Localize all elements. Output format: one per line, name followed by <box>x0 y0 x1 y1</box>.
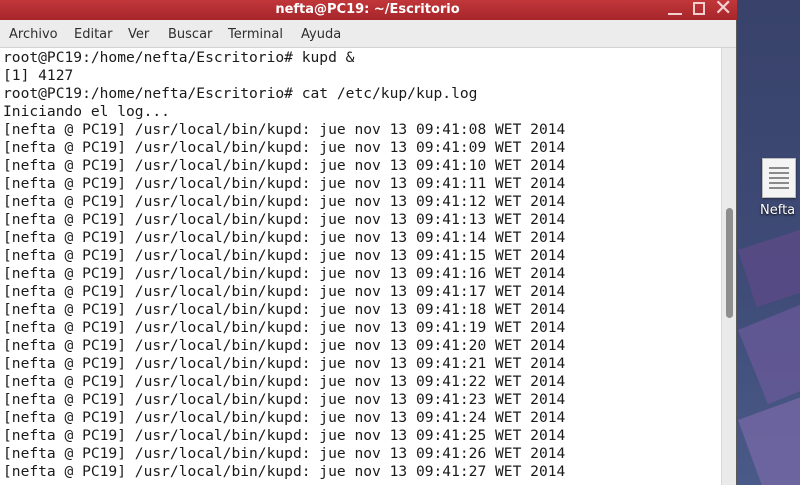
terminal-line: [nefta @ PC19] /usr/local/bin/kupd: jue … <box>3 193 566 210</box>
vertical-scrollbar[interactable] <box>721 48 736 485</box>
terminal-line: [nefta @ PC19] /usr/local/bin/kupd: jue … <box>3 139 566 156</box>
maximize-button[interactable] <box>690 0 710 20</box>
terminal-line: [nefta @ PC19] /usr/local/bin/kupd: jue … <box>3 373 566 390</box>
terminal-line: [nefta @ PC19] /usr/local/bin/kupd: jue … <box>3 229 566 246</box>
scrollbar-thumb[interactable] <box>726 208 733 318</box>
window-titlebar[interactable]: nefta@PC19: ~/Escritorio ✕ <box>0 0 737 21</box>
terminal-line: [nefta @ PC19] /usr/local/bin/kupd: jue … <box>3 463 566 480</box>
terminal-line: [nefta @ PC19] /usr/local/bin/kupd: jue … <box>3 409 566 426</box>
menu-ver[interactable]: Ver <box>128 20 149 48</box>
terminal-line: [nefta @ PC19] /usr/local/bin/kupd: jue … <box>3 283 566 300</box>
menu-ayuda[interactable]: Ayuda <box>301 20 341 48</box>
terminal-line: [1] 4127 <box>3 67 74 84</box>
desktop-file-label: Nefta <box>760 203 796 218</box>
terminal-line: [nefta @ PC19] /usr/local/bin/kupd: jue … <box>3 247 566 264</box>
menu-terminal[interactable]: Terminal <box>228 20 283 48</box>
terminal-line: [nefta @ PC19] /usr/local/bin/kupd: jue … <box>3 445 566 462</box>
terminal-line: Iniciando el log... <box>3 103 170 120</box>
terminal-line: [nefta @ PC19] /usr/local/bin/kupd: jue … <box>3 427 566 444</box>
text-document-icon <box>762 158 796 198</box>
menu-editar[interactable]: Editar <box>74 20 113 48</box>
terminal-line: root@PC19:/home/nefta/Escritorio# cat /e… <box>3 85 478 102</box>
maximize-icon <box>693 2 705 15</box>
terminal-line: [nefta @ PC19] /usr/local/bin/kupd: jue … <box>3 211 566 228</box>
terminal-line: [nefta @ PC19] /usr/local/bin/kupd: jue … <box>3 301 566 318</box>
terminal-output[interactable]: root@PC19:/home/nefta/Escritorio# kupd &… <box>0 48 721 485</box>
terminal-line: root@PC19:/home/nefta/Escritorio# kupd & <box>3 49 355 66</box>
menu-archivo[interactable]: Archivo <box>9 20 58 48</box>
minimize-icon <box>668 13 682 15</box>
terminal-line: [nefta @ PC19] /usr/local/bin/kupd: jue … <box>3 355 566 372</box>
close-button[interactable]: ✕ <box>713 0 733 21</box>
terminal-line: [nefta @ PC19] /usr/local/bin/kupd: jue … <box>3 319 566 336</box>
terminal-line: [nefta @ PC19] /usr/local/bin/kupd: jue … <box>3 175 566 192</box>
terminal-line: [nefta @ PC19] /usr/local/bin/kupd: jue … <box>3 265 566 282</box>
wallpaper-stripe <box>738 206 800 308</box>
terminal-window: nefta@PC19: ~/Escritorio ✕ Archivo Edita… <box>0 0 737 485</box>
window-title: nefta@PC19: ~/Escritorio <box>275 2 460 17</box>
terminal-line: [nefta @ PC19] /usr/local/bin/kupd: jue … <box>3 391 566 408</box>
close-icon: ✕ <box>714 0 733 21</box>
terminal-line: [nefta @ PC19] /usr/local/bin/kupd: jue … <box>3 157 566 174</box>
terminal-line: [nefta @ PC19] /usr/local/bin/kupd: jue … <box>3 337 566 354</box>
terminal-line: [nefta @ PC19] /usr/local/bin/kupd: jue … <box>3 121 566 138</box>
minimize-button[interactable] <box>665 0 685 20</box>
menu-bar: Archivo Editar Ver Buscar Terminal Ayuda <box>0 20 736 48</box>
menu-buscar[interactable]: Buscar <box>168 20 212 48</box>
